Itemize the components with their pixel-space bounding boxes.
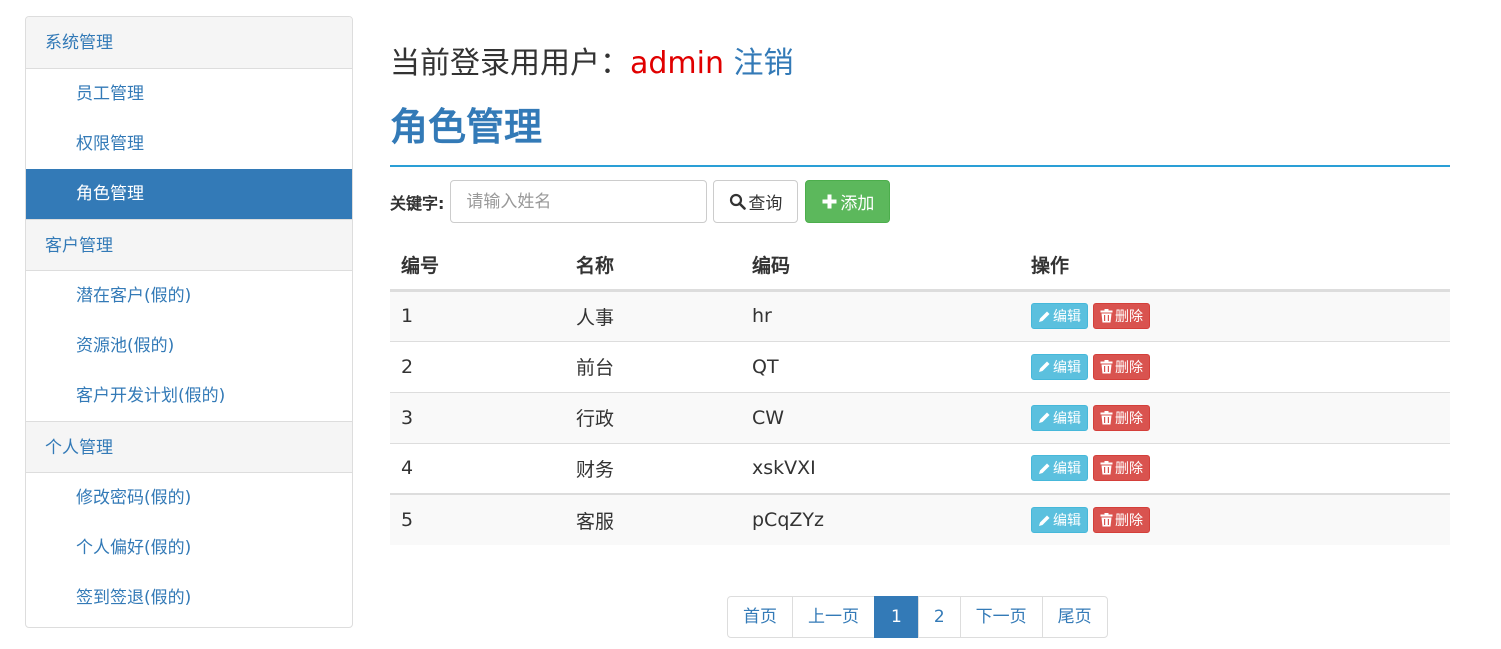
add-button-label: 添加 — [840, 194, 875, 214]
sidebar-group-personal[interactable]: 个人管理 — [26, 421, 352, 473]
edit-button[interactable]: 编辑 — [1031, 455, 1088, 482]
role-table: 编号 名称 编码 操作 1 人事 hr 编辑 删除 2 前台 QT 编辑 删除 3 行政 CW 编辑 删除 4… — [390, 240, 1450, 545]
cell-name: 客服 — [565, 493, 741, 545]
table-row: 1 人事 hr 编辑 删除 — [390, 289, 1450, 341]
sidebar-item-checkin[interactable]: 签到签退(假的) — [26, 573, 352, 623]
table-row: 5 客服 pCqZYz 编辑 删除 — [390, 493, 1450, 545]
edit-button-label: 编辑 — [1053, 309, 1081, 325]
sidebar-group-customer[interactable]: 客户管理 — [26, 219, 352, 271]
cell-actions: 编辑 删除 — [1020, 493, 1450, 545]
delete-button[interactable]: 删除 — [1093, 404, 1150, 431]
delete-button-label: 删除 — [1115, 410, 1143, 427]
logout-link[interactable]: 注销 — [734, 46, 794, 81]
header-code: 编码 — [741, 240, 1020, 292]
edit-button-label: 编辑 — [1053, 461, 1081, 478]
query-button[interactable]: 查询 — [713, 180, 799, 223]
edit-button[interactable]: 编辑 — [1031, 303, 1088, 329]
delete-button-label: 删除 — [1115, 461, 1143, 478]
pencil-icon — [1039, 515, 1050, 526]
cell-actions: 编辑 删除 — [1020, 391, 1450, 443]
delete-button-label: 删除 — [1115, 359, 1143, 376]
plus-icon — [822, 194, 837, 209]
sidebar-item-development-plan[interactable]: 客户开发计划(假的) — [26, 371, 352, 421]
cell-code: pCqZYz — [741, 493, 1020, 545]
page-last-button[interactable]: 尾页 — [1041, 596, 1108, 638]
sidebar-item-employee[interactable]: 员工管理 — [26, 69, 352, 119]
pencil-icon — [1039, 463, 1050, 474]
page-1-button[interactable]: 1 — [874, 596, 919, 638]
table-row: 4 财务 xskVXI 编辑 删除 — [390, 442, 1450, 494]
edit-button[interactable]: 编辑 — [1031, 404, 1088, 431]
cell-code: QT — [741, 340, 1020, 392]
cell-id: 5 — [390, 493, 565, 545]
sidebar-item-potential-customer[interactable]: 潜在客户(假的) — [26, 271, 352, 321]
edit-button-label: 编辑 — [1053, 359, 1081, 376]
delete-button-label: 删除 — [1115, 513, 1143, 529]
pagination: 首页 上一页 1 2 下一页 尾页 — [727, 596, 1108, 638]
delete-button[interactable]: 删除 — [1093, 455, 1150, 482]
cell-id: 2 — [390, 340, 565, 392]
page-first-button[interactable]: 首页 — [727, 596, 793, 638]
login-prefix: 当前登录用用户： — [390, 46, 630, 81]
delete-button-label: 删除 — [1115, 309, 1143, 325]
sidebar-item-role[interactable]: 角色管理 — [26, 169, 352, 219]
query-button-label: 查询 — [748, 194, 783, 214]
sidebar-item-permission[interactable]: 权限管理 — [26, 119, 352, 169]
search-icon — [730, 193, 747, 210]
login-status: 当前登录用用户：admin 注销 — [390, 38, 794, 82]
edit-button[interactable]: 编辑 — [1031, 507, 1088, 533]
cell-actions: 编辑 删除 — [1020, 340, 1450, 392]
cell-id: 3 — [390, 391, 565, 443]
search-bar: 关键字: 查询 添加 — [390, 180, 891, 223]
title-divider — [390, 165, 1450, 167]
edit-button-label: 编辑 — [1053, 410, 1081, 427]
edit-button-label: 编辑 — [1053, 513, 1081, 529]
trash-icon — [1100, 513, 1113, 527]
delete-button[interactable]: 删除 — [1093, 353, 1150, 380]
header-actions: 操作 — [1020, 240, 1450, 292]
pencil-icon — [1039, 311, 1050, 322]
cell-code: xskVXI — [741, 442, 1020, 494]
table-header-row: 编号 名称 编码 操作 — [390, 240, 1450, 292]
sidebar-item-change-password[interactable]: 修改密码(假的) — [26, 473, 352, 523]
sidebar-item-resource-pool[interactable]: 资源池(假的) — [26, 321, 352, 371]
add-button[interactable]: 添加 — [805, 180, 891, 223]
cell-name: 前台 — [565, 340, 741, 392]
trash-icon — [1100, 461, 1113, 475]
sidebar-group-system[interactable]: 系统管理 — [26, 17, 352, 69]
cell-id: 4 — [390, 442, 565, 494]
sidebar: 系统管理 员工管理 权限管理 角色管理 客户管理 潜在客户(假的) 资源池(假的… — [25, 16, 353, 628]
page-prev-button[interactable]: 上一页 — [792, 596, 875, 638]
cell-name: 财务 — [565, 442, 741, 494]
cell-name: 人事 — [565, 289, 741, 341]
page-title: 角色管理 — [390, 105, 543, 149]
cell-code: hr — [741, 289, 1020, 341]
edit-button[interactable]: 编辑 — [1031, 353, 1088, 380]
page-next-button[interactable]: 下一页 — [959, 596, 1043, 638]
cell-id: 1 — [390, 289, 565, 341]
sidebar-item-preferences[interactable]: 个人偏好(假的) — [26, 523, 352, 573]
delete-button[interactable]: 删除 — [1093, 303, 1150, 329]
cell-actions: 编辑 删除 — [1020, 442, 1450, 494]
trash-icon — [1100, 309, 1113, 323]
pencil-icon — [1039, 361, 1050, 372]
header-name: 名称 — [565, 240, 741, 292]
page-2-button[interactable]: 2 — [917, 596, 961, 638]
trash-icon — [1100, 359, 1113, 373]
keyword-label: 关键字: — [390, 193, 445, 213]
table-row: 2 前台 QT 编辑 删除 — [390, 340, 1450, 392]
delete-button[interactable]: 删除 — [1093, 507, 1150, 533]
table-body: 1 人事 hr 编辑 删除 2 前台 QT 编辑 删除 3 行政 CW 编辑 删除 4 财务 xskVXI 编辑 删除… — [390, 289, 1450, 545]
pencil-icon — [1039, 412, 1050, 423]
table-row: 3 行政 CW 编辑 删除 — [390, 391, 1450, 443]
search-input[interactable] — [450, 180, 708, 223]
cell-name: 行政 — [565, 391, 741, 443]
trash-icon — [1100, 410, 1113, 424]
username: admin — [630, 46, 724, 81]
cell-actions: 编辑 删除 — [1020, 289, 1450, 341]
cell-code: CW — [741, 391, 1020, 443]
header-id: 编号 — [390, 240, 565, 292]
